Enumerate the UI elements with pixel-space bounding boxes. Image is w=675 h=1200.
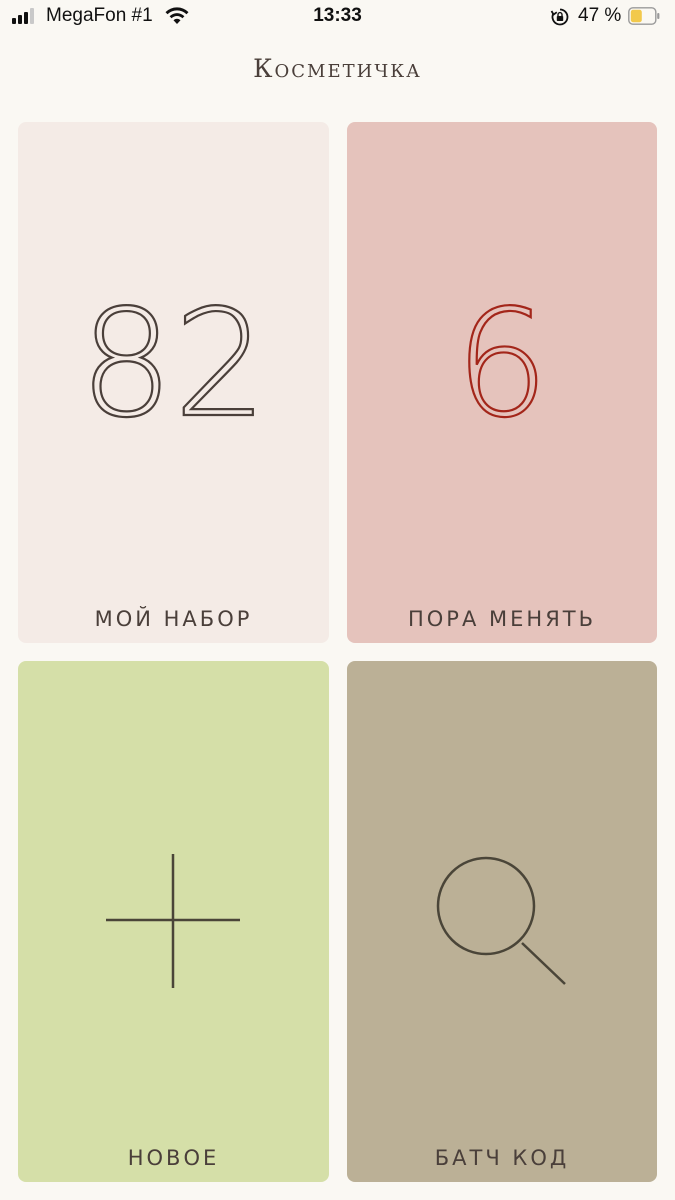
status-bar: MegaFon #1 13:33 47 % xyxy=(0,0,675,36)
my-set-tile[interactable]: 82 МОЙ НАБОР xyxy=(18,122,329,643)
page-title: Косметичка xyxy=(253,54,422,83)
my-set-count: 82 xyxy=(78,278,269,450)
replace-label: ПОРА МЕНЯТЬ xyxy=(407,607,597,631)
batch-code-label: БАТЧ КОД xyxy=(434,1146,570,1170)
orientation-lock-icon xyxy=(550,8,569,26)
my-set-label: МОЙ НАБОР xyxy=(94,607,253,631)
clock: 13:33 xyxy=(313,5,362,26)
plus-icon xyxy=(106,854,240,988)
new-item-tile[interactable]: НОВОЕ xyxy=(18,661,329,1182)
battery-icon xyxy=(628,7,660,25)
replace-count: 6 xyxy=(454,278,550,450)
batch-code-tile[interactable]: БАТЧ КОД xyxy=(347,661,657,1182)
new-item-label: НОВОЕ xyxy=(127,1146,220,1170)
battery-percent: 47 % xyxy=(578,5,622,26)
search-icon xyxy=(436,856,566,985)
replace-tile[interactable]: 6 ПОРА МЕНЯТЬ xyxy=(347,122,657,643)
